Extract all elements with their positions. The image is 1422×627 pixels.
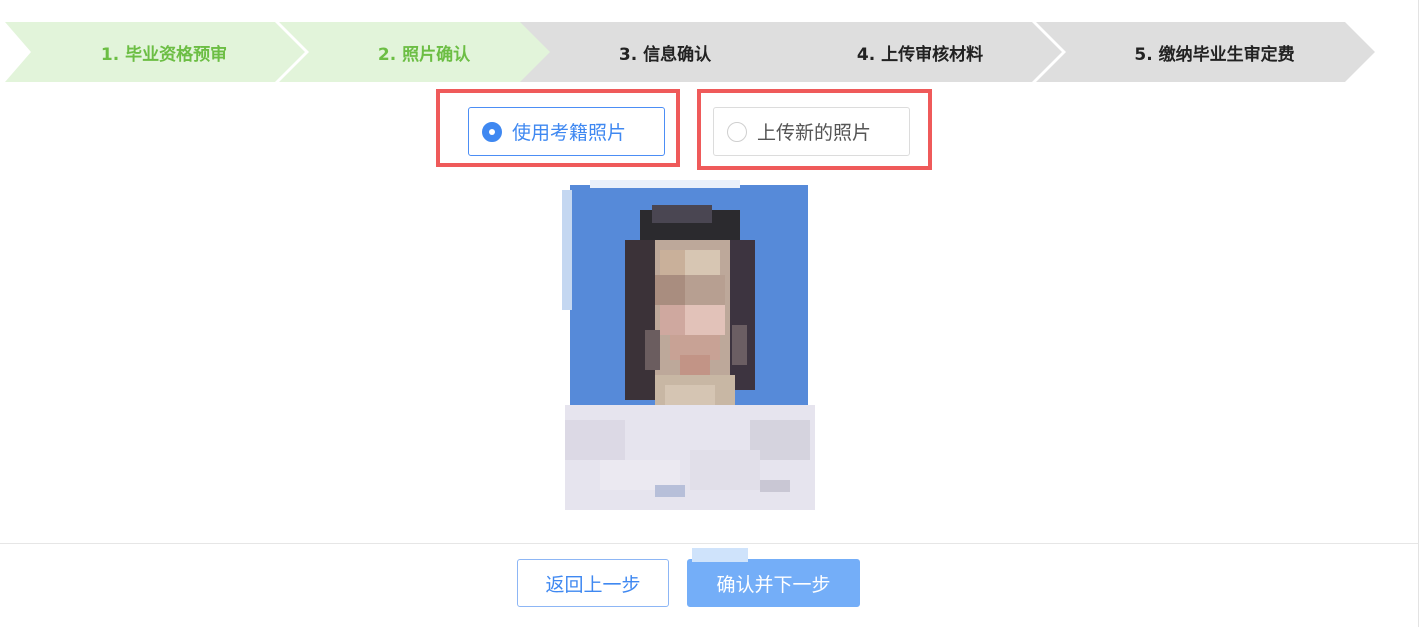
step-label: 1. 毕业资格预审 <box>100 44 228 65</box>
photo-confirm-page: 1. 毕业资格预审 2. 照片确认 3. 信息确认 4. 上传审核材料 5. 缴… <box>0 0 1422 627</box>
pixelated-portrait-image <box>562 180 815 510</box>
step-label: 5. 缴纳毕业生审定费 <box>1134 44 1295 65</box>
scrollbar-edge <box>1418 0 1419 627</box>
step-label: 2. 照片确认 <box>377 44 471 65</box>
step-label: 4. 上传审核材料 <box>856 44 984 65</box>
student-photo <box>560 180 818 510</box>
step-photo-confirm: 2. 照片确认 <box>279 22 551 82</box>
step-info-confirm: 3. 信息确认 <box>520 22 792 82</box>
progress-stepper: 1. 毕业资格预审 2. 照片确认 3. 信息确认 4. 上传审核材料 5. 缴… <box>5 22 1375 82</box>
radio-option-upload-new-photo[interactable]: 上传新的照片 <box>713 107 910 156</box>
step-pay-fee: 5. 缴纳毕业生审定费 <box>1036 22 1375 82</box>
step-graduation-pre-review: 1. 毕业资格预审 <box>5 22 305 82</box>
footer-divider <box>0 543 1418 544</box>
step-label: 3. 信息确认 <box>618 44 712 65</box>
step-upload-materials: 4. 上传审核材料 <box>760 22 1062 82</box>
radio-unchecked-icon <box>727 121 747 142</box>
radio-option-label: 上传新的照片 <box>757 122 872 144</box>
button-overlay-artifact <box>692 548 748 562</box>
radio-option-use-exam-photo[interactable]: 使用考籍照片 <box>468 107 665 156</box>
back-button[interactable]: 返回上一步 <box>517 559 669 607</box>
confirm-next-button[interactable]: 确认并下一步 <box>687 559 860 607</box>
radio-checked-icon <box>482 121 502 142</box>
radio-option-label: 使用考籍照片 <box>512 122 627 144</box>
